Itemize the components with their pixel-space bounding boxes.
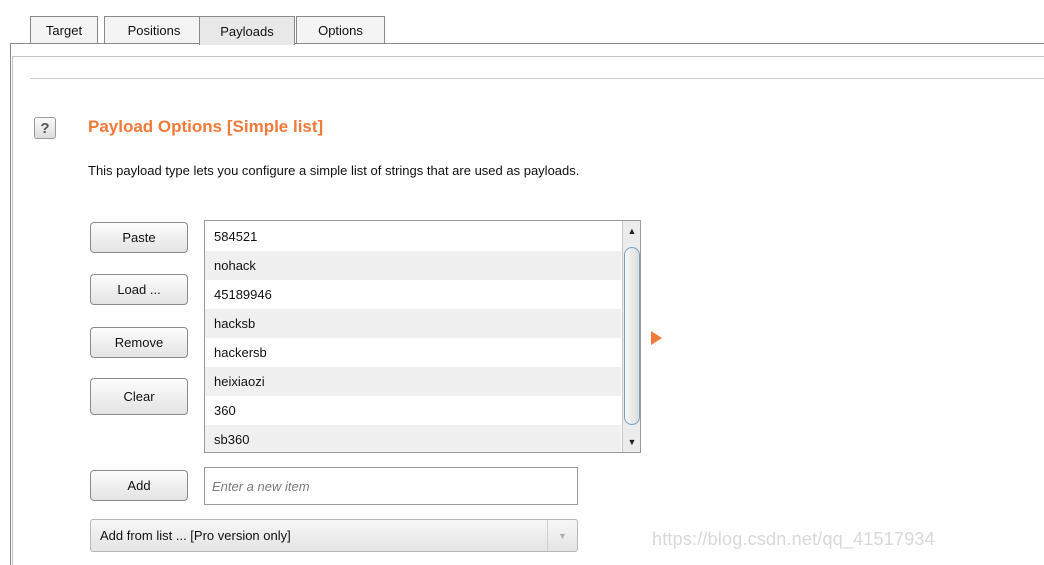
list-item[interactable]: hackersb (205, 338, 621, 367)
section-title: Payload Options [Simple list] (88, 117, 324, 136)
chevron-down-icon[interactable]: ▼ (547, 520, 577, 551)
tab-options[interactable]: Options (296, 16, 385, 44)
panel-border (10, 44, 11, 565)
panel-inner-border (12, 56, 13, 565)
scroll-up-icon[interactable]: ▲ (623, 223, 640, 239)
add-from-list-select[interactable]: Add from list ... [Pro version only] ▼ (90, 519, 578, 552)
tab-bar: Target Positions Payloads Options (10, 0, 1044, 45)
load-button[interactable]: Load ... (90, 274, 188, 305)
list-item[interactable]: sb360 (205, 425, 621, 452)
list-item[interactable]: nohack (205, 251, 621, 280)
list-item[interactable]: 584521 (205, 222, 621, 251)
section-description: This payload type lets you configure a s… (88, 163, 580, 178)
scroll-thumb[interactable] (624, 247, 640, 425)
watermark: https://blog.csdn.net/qq_41517934 (652, 529, 935, 549)
list-item[interactable]: heixiaozi (205, 367, 621, 396)
list-item[interactable]: hacksb (205, 309, 621, 338)
paste-button[interactable]: Paste (90, 222, 188, 253)
tab-payloads[interactable]: Payloads (199, 16, 295, 45)
add-from-list-value: Add from list ... [Pro version only] (100, 528, 291, 543)
clear-button[interactable]: Clear (90, 378, 188, 415)
list-item[interactable]: 360 (205, 396, 621, 425)
remove-button[interactable]: Remove (90, 327, 188, 358)
help-icon[interactable]: ? (34, 117, 56, 139)
tab-target[interactable]: Target (30, 16, 98, 44)
section-divider (30, 78, 1044, 79)
tab-bar-divider (10, 43, 1044, 44)
tab-positions[interactable]: Positions (104, 16, 204, 44)
panel-top-border (12, 56, 1044, 57)
list-item[interactable]: 45189946 (205, 280, 621, 309)
new-item-input[interactable] (204, 467, 578, 505)
payload-list[interactable]: 584521 nohack 45189946 hacksb hackersb h… (204, 220, 641, 453)
scroll-down-icon[interactable]: ▼ (623, 434, 640, 450)
list-scrollbar[interactable]: ▲ ▼ (622, 221, 640, 452)
add-button[interactable]: Add (90, 470, 188, 501)
expand-arrow-icon[interactable] (651, 331, 662, 345)
